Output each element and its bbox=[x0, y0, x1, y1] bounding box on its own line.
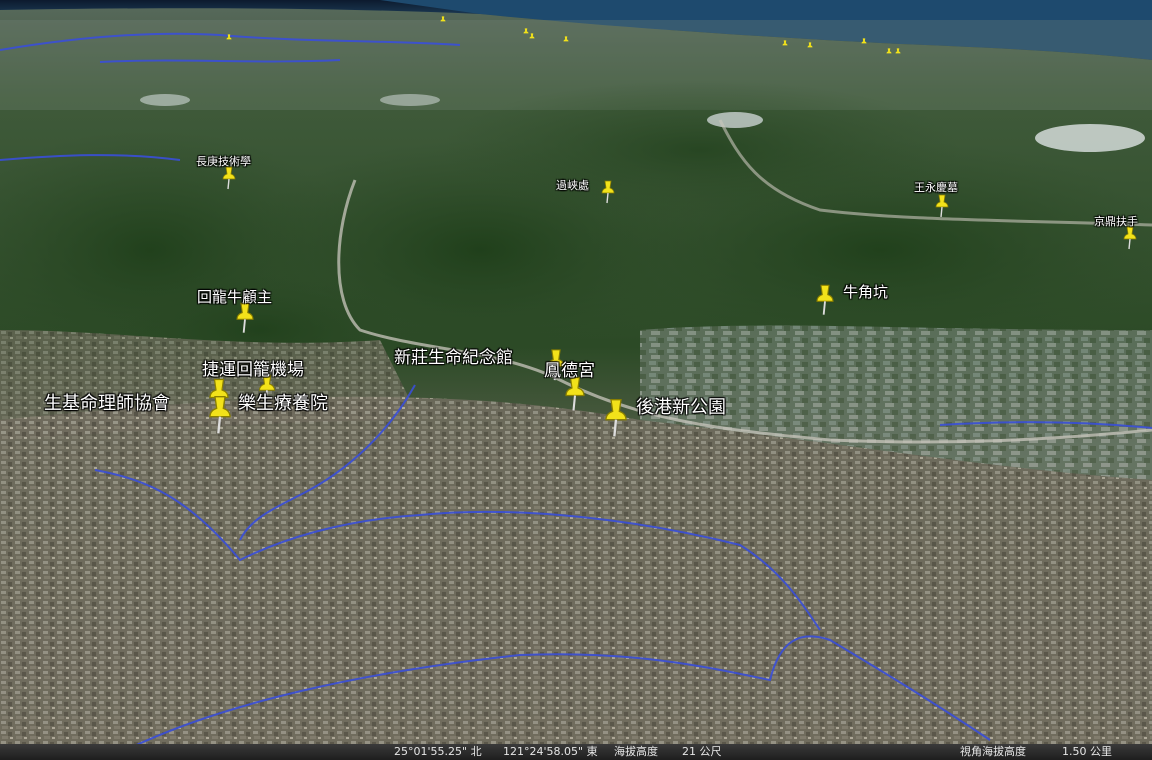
pushpin-icon[interactable] bbox=[562, 36, 570, 46]
placemark-label-wangyongqing[interactable]: 王永慶墓 bbox=[914, 179, 958, 195]
elevation-label: 海拔高度 bbox=[614, 745, 658, 758]
pushpin-icon[interactable] bbox=[439, 16, 447, 26]
placemark-label-jieyun-huilong[interactable]: 捷運回籠機場 bbox=[202, 355, 304, 380]
placemark-label-shengji[interactable]: 生基命理師協會 bbox=[44, 389, 170, 415]
placemark-label-huilong-niuguzhu[interactable]: 回龍牛顧主 bbox=[197, 286, 272, 307]
status-bar: 25°01'55.25" 北 121°24'58.05" 東 海拔高度 21 公… bbox=[0, 744, 1152, 760]
pushpin-icon[interactable] bbox=[1122, 226, 1138, 250]
pushpin-icon[interactable] bbox=[860, 38, 868, 48]
placemark-label-niujiaokeng[interactable]: 牛角坑 bbox=[843, 281, 888, 302]
latitude-readout: 25°01'55.25" 北 bbox=[394, 745, 482, 758]
eye-altitude-value: 1.50 公里 bbox=[1062, 745, 1112, 758]
pushpin-icon[interactable] bbox=[528, 33, 536, 43]
pushpin-icon[interactable] bbox=[934, 194, 950, 218]
pushpin-icon[interactable] bbox=[602, 398, 630, 438]
map-viewport[interactable]: 長庚技術學 過峽處 王永慶墓 京鼎扶手 牛角坑 回龍牛顧主 捷運回籠機場 生基命… bbox=[0, 0, 1152, 760]
pushpin-icon[interactable] bbox=[221, 166, 237, 190]
pushpin-icon[interactable] bbox=[225, 34, 233, 44]
placemark-label-hougang[interactable]: 後港新公園 bbox=[636, 393, 726, 419]
placemark-label-guoxiachu[interactable]: 過峽處 bbox=[556, 177, 589, 193]
pushpin-icon[interactable] bbox=[600, 180, 616, 204]
pushpin-icon[interactable] bbox=[814, 284, 836, 316]
pushpin-icon[interactable] bbox=[885, 48, 893, 58]
placemark-label-xinzhuang-memorial[interactable]: 新莊生命紀念館 bbox=[394, 343, 513, 368]
elevation-value: 21 公尺 bbox=[682, 745, 722, 758]
pushpin-icon[interactable] bbox=[894, 48, 902, 58]
longitude-readout: 121°24'58.05" 東 bbox=[503, 745, 598, 758]
eye-altitude-label: 視角海拔高度 bbox=[960, 745, 1026, 758]
pushpin-icon[interactable] bbox=[206, 395, 234, 435]
pushpin-icon[interactable] bbox=[781, 40, 789, 50]
placemark-label-lesheng[interactable]: 樂生療養院 bbox=[238, 389, 328, 415]
placemark-label-fengde[interactable]: 鳳德宮 bbox=[544, 356, 595, 381]
pushpin-icon[interactable] bbox=[806, 42, 814, 52]
placemark-label-changgung[interactable]: 長庚技術學 bbox=[196, 153, 251, 169]
pushpin-icon[interactable] bbox=[562, 376, 588, 412]
placemark-label-jingding[interactable]: 京鼎扶手 bbox=[1094, 213, 1138, 229]
